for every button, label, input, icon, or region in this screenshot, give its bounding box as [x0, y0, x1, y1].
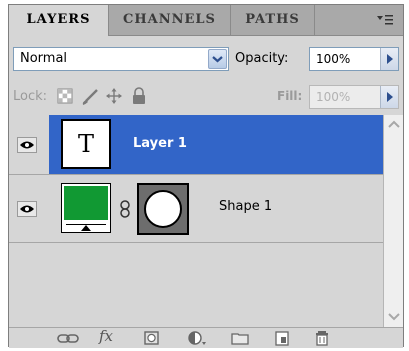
fill-color-swatch	[64, 186, 108, 220]
opacity-value: 100%	[316, 52, 351, 66]
text-layer-thumbnail[interactable]: T	[61, 119, 111, 169]
chevron-right-icon	[387, 92, 393, 102]
tab-layers[interactable]: LAYERS	[9, 5, 109, 36]
scroll-up-icon[interactable]	[386, 117, 402, 133]
add-mask-icon[interactable]	[141, 330, 163, 346]
fill-label: Fill:	[277, 89, 303, 103]
opacity-label: Opacity:	[235, 51, 289, 66]
text-layer-glyph: T	[77, 130, 94, 158]
new-group-icon[interactable]	[229, 330, 251, 346]
layers-panel: LAYERS CHANNELS PATHS Normal Opacity: 10…	[8, 4, 404, 348]
layer-row-layer-1[interactable]: T Layer 1	[9, 115, 383, 175]
delete-layer-icon[interactable]	[311, 330, 333, 346]
triangle-marker-icon	[81, 225, 91, 231]
chevron-down-icon	[212, 56, 223, 63]
shape-fill-thumbnail[interactable]	[61, 183, 111, 233]
lock-transparent-icon[interactable]	[57, 88, 73, 104]
lock-label: Lock:	[13, 89, 48, 104]
lock-all-icon[interactable]	[131, 87, 147, 105]
blend-mode-value: Normal	[20, 51, 68, 66]
layer-name[interactable]: Layer 1	[133, 136, 187, 151]
link-layers-icon[interactable]	[57, 330, 79, 346]
fill-slider-button[interactable]	[380, 86, 398, 108]
layer-row-shape-1[interactable]: Shape 1	[9, 175, 383, 243]
layers-scrollbar[interactable]	[383, 115, 403, 327]
lock-image-icon[interactable]	[81, 88, 99, 106]
opacity-slider-button[interactable]	[380, 48, 398, 70]
blend-mode-dropdown-button[interactable]	[208, 49, 227, 69]
layers-footer: fx	[9, 327, 403, 348]
panel-menu-icon[interactable]	[377, 14, 393, 26]
link-icon[interactable]	[119, 199, 131, 219]
visibility-eye-icon[interactable]	[17, 201, 37, 217]
vector-mask-thumbnail[interactable]	[137, 183, 189, 235]
blend-mode-select[interactable]: Normal	[13, 47, 229, 71]
opacity-field[interactable]: 100%	[309, 47, 399, 71]
chevron-right-icon	[387, 54, 393, 64]
fill-field[interactable]: 100%	[309, 85, 399, 109]
fx-icon[interactable]: fx	[99, 327, 113, 345]
panel-tabs: LAYERS CHANNELS PATHS	[9, 5, 403, 36]
layers-list: T Layer 1 Shape 1	[9, 115, 383, 327]
scroll-down-icon[interactable]	[386, 308, 402, 324]
tab-paths[interactable]: PATHS	[231, 5, 315, 35]
layer-name[interactable]: Shape 1	[219, 199, 272, 214]
lock-position-icon[interactable]	[105, 87, 123, 105]
circle-shape-icon	[144, 190, 182, 228]
new-layer-icon[interactable]	[271, 330, 293, 346]
tab-channels[interactable]: CHANNELS	[109, 5, 231, 35]
visibility-eye-icon[interactable]	[17, 137, 37, 153]
fill-value: 100%	[316, 90, 351, 104]
adjustment-layer-icon[interactable]	[185, 330, 207, 346]
